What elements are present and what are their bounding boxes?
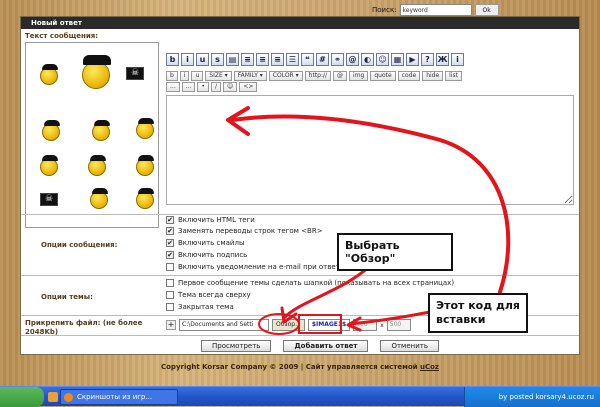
browse-callout: Выбрать "Обзор" [337,233,453,271]
task-button[interactable]: Скриншоты из игр... [60,389,178,405]
browse-highlight [258,313,300,335]
system-tray: by posted korsary4.ucoz.ru [464,387,600,407]
taskbar: Скриншоты из игр... by posted korsary4.u… [0,386,600,407]
tray-text: by posted korsary4.ucoz.ru [498,393,594,401]
task-label: Скриншоты из игр... [77,393,153,401]
browser-icon [64,393,73,402]
code-callout: Этот код для вставки [428,293,528,333]
code-highlight [298,314,342,334]
quick-launch-icon[interactable] [48,392,58,402]
annotation-arrow-code [346,310,432,332]
start-button[interactable] [0,387,44,407]
annotation-arrows [226,106,511,335]
